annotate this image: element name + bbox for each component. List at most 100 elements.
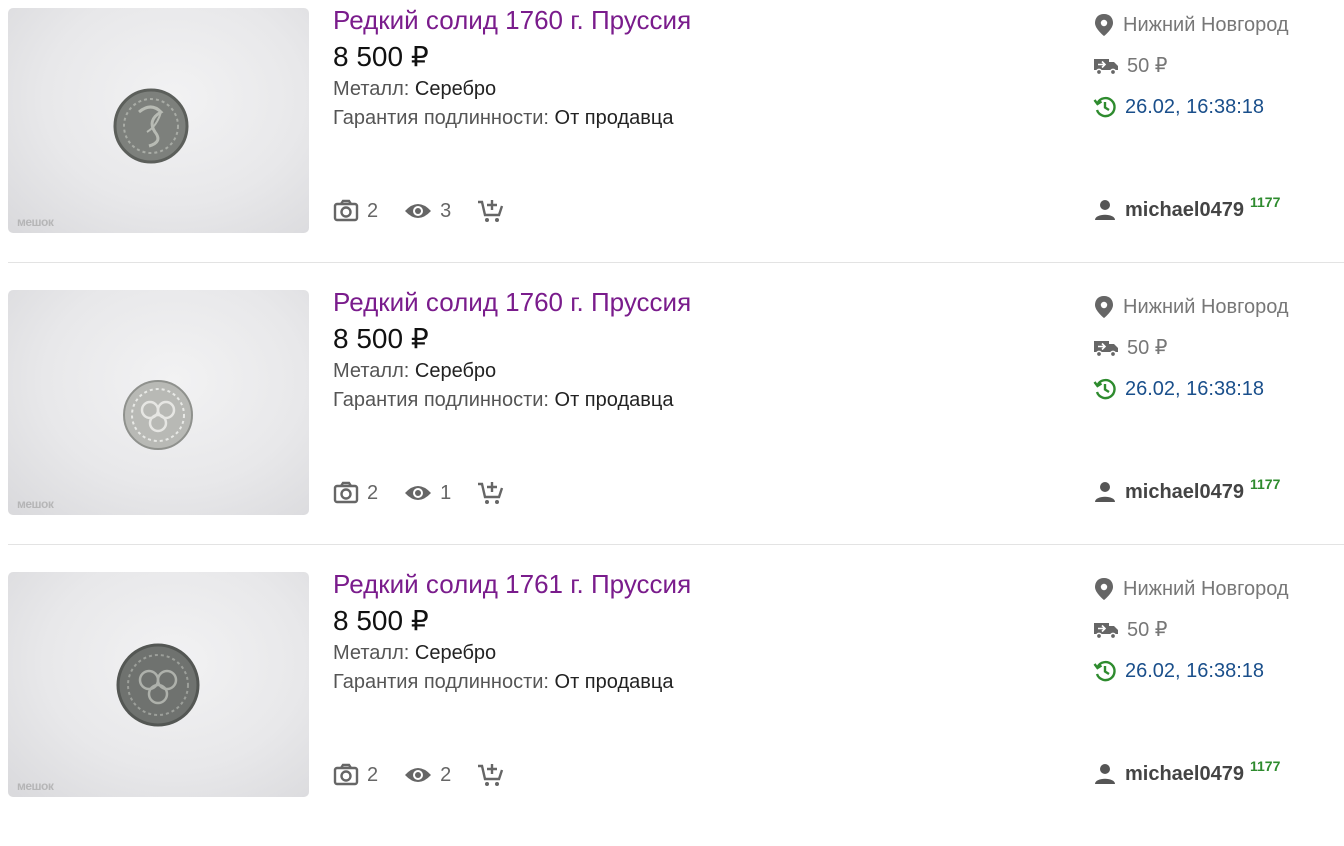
location-pin-icon [1093, 13, 1123, 37]
listing-time-text: 26.02, 16:38:18 [1125, 659, 1265, 682]
add-to-cart-icon [477, 198, 505, 224]
location-text: Нижний Новгород [1123, 577, 1289, 600]
listing-meta: 2 1 [333, 478, 531, 508]
add-to-cart-button[interactable] [477, 762, 505, 788]
add-to-cart-button[interactable] [477, 480, 505, 506]
location-pin-icon [1093, 295, 1123, 319]
metal-attribute: Металл: Серебро [333, 642, 496, 665]
metal-label: Металл: [333, 78, 410, 100]
location-text: Нижний Новгород [1123, 295, 1289, 318]
listing-title-link[interactable]: Редкий солид 1761 г. Пруссия [333, 569, 691, 600]
truck-icon [1093, 56, 1127, 76]
listing-price: 8 500 ₽ [333, 41, 429, 72]
listing-list: мешок Редкий солид 1760 г. Пруссия 8 500… [0, 0, 1344, 805]
add-to-cart-icon [477, 480, 505, 506]
listing-time: 26.02, 16:38:18 [1093, 377, 1264, 401]
shipping-cost-text: 50 ₽ [1127, 55, 1168, 77]
listing-title-link[interactable]: Редкий солид 1760 г. Пруссия [333, 287, 691, 318]
listing-time-text: 26.02, 16:38:18 [1125, 95, 1265, 118]
views-count: 1 [404, 482, 451, 505]
guarantee-label: Гарантия подлинности: [333, 107, 549, 129]
add-to-cart-button[interactable] [477, 198, 505, 224]
coin-thumbnail[interactable]: мешок [8, 572, 309, 797]
shipping-cost-text: 50 ₽ [1127, 619, 1168, 641]
shipping-cost: 50 ₽ [1093, 53, 1168, 78]
photos-count-value: 2 [367, 763, 379, 786]
guarantee-attribute: Гарантия подлинности: От продавца [333, 671, 673, 694]
seller-name-link[interactable]: michael0479 [1125, 199, 1244, 222]
shipping-cost-text: 50 ₽ [1127, 337, 1168, 359]
listing-meta: 2 3 [333, 196, 531, 226]
photos-count[interactable]: 2 [333, 481, 378, 505]
add-to-cart-icon [477, 762, 505, 788]
metal-label: Металл: [333, 360, 410, 382]
coin-thumbnail[interactable]: мешок [8, 8, 309, 233]
shipping-cost: 50 ₽ [1093, 335, 1168, 360]
guarantee-value: От продавца [554, 389, 674, 411]
photos-count-value: 2 [367, 199, 379, 222]
location: Нижний Новгород [1093, 13, 1289, 37]
listing-meta: 2 2 [333, 760, 531, 790]
eye-icon [404, 201, 432, 221]
metal-label: Металл: [333, 642, 410, 664]
camera-icon [333, 481, 359, 505]
listing-price: 8 500 ₽ [333, 605, 429, 636]
guarantee-attribute: Гарантия подлинности: От продавца [333, 389, 673, 412]
guarantee-label: Гарантия подлинности: [333, 671, 549, 693]
listing-title-link[interactable]: Редкий солид 1760 г. Пруссия [333, 5, 691, 36]
camera-icon [333, 199, 359, 223]
location-text: Нижний Новгород [1123, 13, 1289, 36]
user-icon [1093, 762, 1125, 786]
watermark-logo: мешок [17, 215, 54, 229]
eye-icon [404, 483, 432, 503]
listing-card: мешок Редкий солид 1760 г. Пруссия 8 500… [0, 282, 1344, 564]
listing-price: 8 500 ₽ [333, 323, 429, 354]
photos-count[interactable]: 2 [333, 199, 378, 223]
metal-value: Серебро [414, 360, 497, 382]
views-count-value: 1 [440, 481, 452, 504]
views-count-value: 2 [440, 763, 452, 786]
location-pin-icon [1093, 577, 1123, 601]
seller-rating: 1177 [1249, 758, 1281, 774]
guarantee-value: От продавца [554, 671, 674, 693]
coin-thumbnail[interactable]: мешок [8, 290, 309, 515]
listing-time: 26.02, 16:38:18 [1093, 95, 1264, 119]
seller-name-link[interactable]: michael0479 [1125, 763, 1244, 786]
listing-time-text: 26.02, 16:38:18 [1125, 377, 1265, 400]
location: Нижний Новгород [1093, 295, 1289, 319]
history-clock-icon [1093, 95, 1125, 119]
photos-count[interactable]: 2 [333, 763, 378, 787]
truck-icon [1093, 338, 1127, 358]
seller[interactable]: michael0479 1177 [1093, 476, 1280, 504]
listing-time: 26.02, 16:38:18 [1093, 659, 1264, 683]
views-count: 2 [404, 764, 451, 787]
user-icon [1093, 198, 1125, 222]
watermark-logo: мешок [17, 779, 54, 793]
views-count-value: 3 [440, 199, 452, 222]
guarantee-attribute: Гарантия подлинности: От продавца [333, 107, 673, 130]
listing-card: мешок Редкий солид 1760 г. Пруссия 8 500… [0, 0, 1344, 282]
guarantee-value: От продавца [554, 107, 674, 129]
user-icon [1093, 480, 1125, 504]
seller-rating: 1177 [1249, 476, 1281, 492]
metal-attribute: Металл: Серебро [333, 78, 496, 101]
shipping-cost: 50 ₽ [1093, 617, 1168, 642]
seller[interactable]: michael0479 1177 [1093, 758, 1280, 786]
photos-count-value: 2 [367, 481, 379, 504]
seller-name-link[interactable]: michael0479 [1125, 481, 1244, 504]
seller[interactable]: michael0479 1177 [1093, 194, 1280, 222]
metal-value: Серебро [414, 642, 497, 664]
seller-rating: 1177 [1249, 194, 1281, 210]
history-clock-icon [1093, 659, 1125, 683]
listing-card: мешок Редкий солид 1761 г. Пруссия 8 500… [0, 564, 1344, 846]
metal-value: Серебро [414, 78, 497, 100]
truck-icon [1093, 620, 1127, 640]
camera-icon [333, 763, 359, 787]
divider [8, 262, 1344, 263]
views-count: 3 [404, 200, 451, 223]
location: Нижний Новгород [1093, 577, 1289, 601]
eye-icon [404, 765, 432, 785]
divider [8, 544, 1344, 545]
metal-attribute: Металл: Серебро [333, 360, 496, 383]
watermark-logo: мешок [17, 497, 54, 511]
